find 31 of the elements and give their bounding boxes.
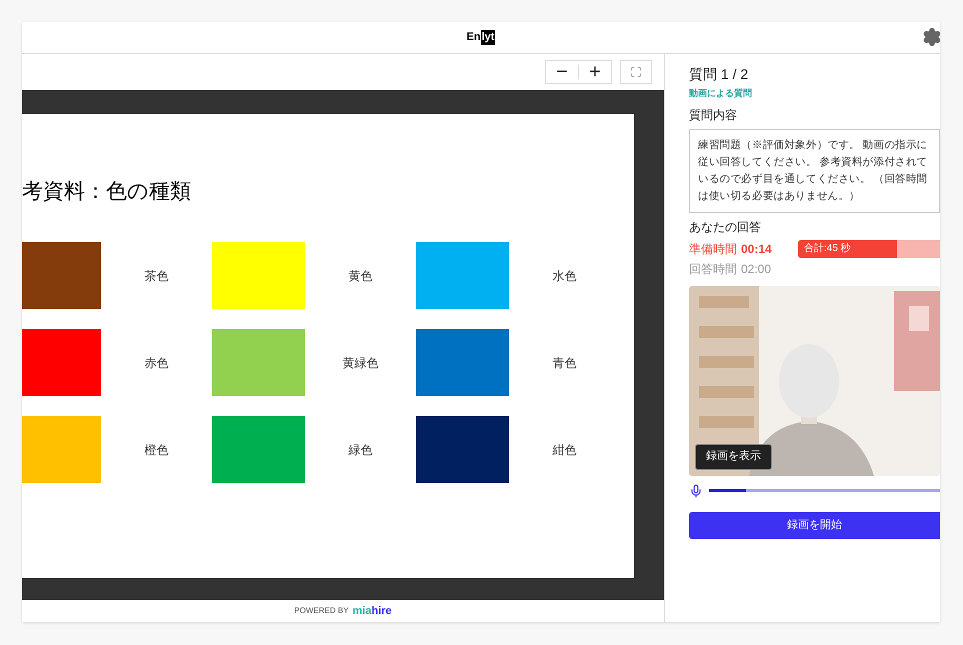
settings-icon[interactable] xyxy=(922,27,940,47)
fullscreen-icon xyxy=(630,66,642,78)
prep-time-label: 準備時間 xyxy=(689,240,738,258)
zoom-out-button[interactable]: − xyxy=(546,61,578,83)
content-label: 質問内容 xyxy=(689,106,738,124)
color-label: 黄緑色 xyxy=(342,354,378,372)
question-title: 質問 1 / 2 xyxy=(689,65,750,84)
prep-time: 00:14 xyxy=(741,240,773,258)
slide-title: 考資料：色の種類 xyxy=(22,179,192,205)
color-label: 赤色 xyxy=(144,354,168,372)
color-label: 茶色 xyxy=(144,268,168,284)
start-recording-button[interactable]: 録画を開始 xyxy=(689,512,940,538)
answer-time: 02:00 xyxy=(741,260,772,278)
logo-text: En xyxy=(466,32,481,43)
brand-logo: miahire xyxy=(352,604,392,619)
powered-by-text: POWERED BY xyxy=(294,605,349,617)
answer-time-label: 回答時間 xyxy=(689,260,738,278)
total-time: 合計:45 秒 xyxy=(804,242,851,256)
microphone-icon xyxy=(689,484,703,498)
color-label: 橙色 xyxy=(144,442,168,458)
answer-label: あなたの回答 xyxy=(689,218,762,236)
question-type: 動画による質問 xyxy=(689,87,753,100)
show-recording-button[interactable]: 録画を表示 xyxy=(695,444,772,470)
color-label: 紺色 xyxy=(552,442,576,458)
logo-box: lyt xyxy=(480,30,496,45)
zoom-in-button[interactable]: + xyxy=(579,61,611,83)
color-label: 黄色 xyxy=(348,268,372,284)
question-content: 練習問題（※評価対象外）です。 動画の指示に従い回答してください。 参考資料が添付されているので必ず目を通してください。 （回答時間は使い切る必要はありません。） xyxy=(689,128,940,212)
color-label: 水色 xyxy=(552,268,576,284)
color-label: 青色 xyxy=(552,354,576,372)
color-label: 緑色 xyxy=(348,442,372,458)
